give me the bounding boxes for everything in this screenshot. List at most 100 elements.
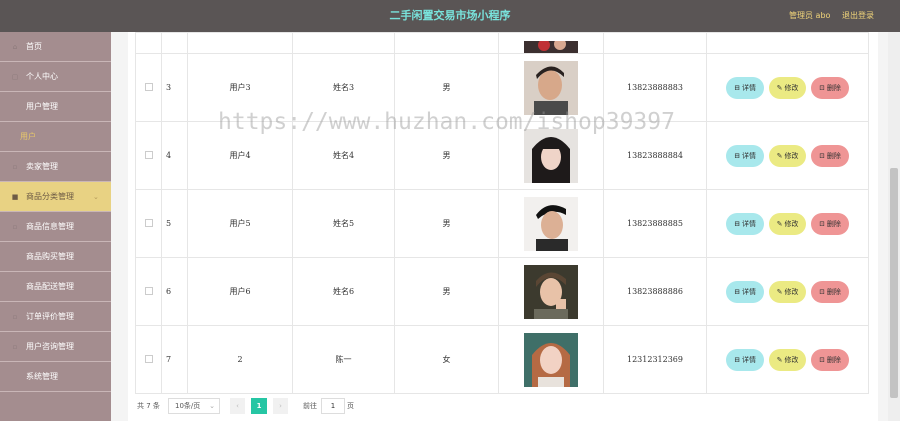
edit-icon: ✎ bbox=[776, 151, 783, 160]
sidebar-item-label: 订单评价管理 bbox=[26, 312, 74, 321]
logout-link[interactable]: 退出登录 bbox=[842, 0, 874, 32]
trash-icon: ⊡ bbox=[818, 83, 825, 92]
consult-icon: ▫ bbox=[12, 343, 18, 351]
delete-button[interactable]: ⊡ 删除 bbox=[810, 348, 849, 371]
sidebar-item-label: 个人中心 bbox=[26, 72, 58, 81]
detail-icon: ⊟ bbox=[734, 83, 741, 92]
goto-page-input[interactable]: 1 bbox=[321, 398, 345, 414]
delete-button[interactable]: ⊡ 删除 bbox=[810, 280, 849, 303]
row-phone: 12312312369 bbox=[603, 325, 707, 394]
sidebar-item-system-management[interactable]: 系统管理 bbox=[0, 362, 111, 392]
sidebar-item-personal-center[interactable]: ▢ 个人中心 bbox=[0, 62, 111, 92]
delete-button[interactable]: ⊡ 删除 bbox=[810, 76, 849, 99]
edit-button[interactable]: ✎ 修改 bbox=[768, 144, 807, 167]
sidebar-item-home[interactable]: ⌂ 首页 bbox=[0, 32, 111, 62]
trash-icon: ⊡ bbox=[818, 287, 825, 296]
detail-button[interactable]: ⊟ 详情 bbox=[726, 280, 765, 303]
row-name: 姓名4 bbox=[292, 121, 395, 190]
detail-button[interactable]: ⊟ 详情 bbox=[726, 348, 765, 371]
edit-icon: ✎ bbox=[776, 83, 783, 92]
goods-icon: ▫ bbox=[12, 223, 18, 231]
sidebar-item-consult-management[interactable]: ▫ 用户咨询管理 bbox=[0, 332, 111, 362]
sidebar-item-delivery-management[interactable]: 商品配送管理 bbox=[0, 272, 111, 302]
home-icon: ⌂ bbox=[12, 43, 18, 51]
sidebar-item-label: 用户管理 bbox=[26, 102, 58, 111]
page-size-select[interactable]: 10条/页 ⌄ bbox=[168, 398, 220, 414]
row-gender: 男 bbox=[394, 189, 499, 258]
row-name: 姓名6 bbox=[292, 257, 395, 326]
user-avatar bbox=[524, 128, 578, 183]
trash-icon: ⊡ bbox=[818, 151, 825, 160]
detail-button[interactable]: ⊟ 详情 bbox=[726, 212, 765, 235]
detail-button[interactable]: ⊟ 详情 bbox=[726, 144, 765, 167]
sidebar-item-label: 商品分类管理 bbox=[26, 192, 74, 201]
next-page-button[interactable]: › bbox=[273, 398, 288, 414]
row-account: 用户3 bbox=[187, 53, 293, 122]
row-gender: 男 bbox=[394, 53, 499, 122]
sidebar: ⌂ 首页 ▢ 个人中心 用户管理 用户 ▫ 卖家管理 ■ 商品分类管理 ⌄ ▫ … bbox=[0, 32, 111, 421]
edit-button[interactable]: ✎ 修改 bbox=[768, 76, 807, 99]
detail-icon: ⊟ bbox=[734, 219, 741, 228]
sidebar-item-label: 首页 bbox=[26, 42, 42, 51]
detail-icon: ⊟ bbox=[734, 355, 741, 364]
sidebar-item-order-review-management[interactable]: ▫ 订单评价管理 bbox=[0, 302, 111, 332]
sidebar-item-seller-management[interactable]: ▫ 卖家管理 bbox=[0, 152, 111, 182]
sidebar-item-label: 商品信息管理 bbox=[26, 222, 74, 231]
edit-button[interactable]: ✎ 修改 bbox=[768, 212, 807, 235]
row-name: 陈一 bbox=[292, 325, 395, 394]
trash-icon: ⊡ bbox=[818, 219, 825, 228]
sidebar-item-label: 卖家管理 bbox=[26, 162, 58, 171]
detail-button[interactable]: ⊟ 详情 bbox=[726, 76, 765, 99]
row-checkbox[interactable] bbox=[144, 354, 153, 363]
table-row: 3 用户3 姓名3 男 13823888883 ⊟ 详情 ✎ 修改 ⊡ 删除 bbox=[135, 53, 869, 122]
row-index: 5 bbox=[161, 189, 188, 258]
row-index: 4 bbox=[161, 121, 188, 190]
category-icon: ■ bbox=[11, 193, 19, 201]
table-row: 7 2 陈一 女 12312312369 ⊟ 详情 ✎ 修改 ⊡ 删除 bbox=[135, 325, 869, 394]
admin-label: 管理员 abo bbox=[789, 11, 831, 20]
sidebar-item-user-management[interactable]: 用户管理 bbox=[0, 92, 111, 122]
delete-button[interactable]: ⊡ 删除 bbox=[810, 212, 849, 235]
app-title: 二手闲置交易市场小程序 bbox=[389, 9, 511, 22]
sidebar-item-label: 商品配送管理 bbox=[26, 282, 74, 291]
edit-button[interactable]: ✎ 修改 bbox=[768, 280, 807, 303]
user-table: 3 用户3 姓名3 男 13823888883 ⊟ 详情 ✎ 修改 ⊡ 删除 4 用户… bbox=[135, 32, 869, 394]
delete-button[interactable]: ⊡ 删除 bbox=[810, 144, 849, 167]
sidebar-item-label: 系统管理 bbox=[26, 372, 58, 381]
edit-icon: ✎ bbox=[776, 287, 783, 296]
row-checkbox[interactable] bbox=[144, 150, 153, 159]
user-avatar bbox=[524, 264, 578, 319]
sidebar-item-purchase-management[interactable]: 商品购买管理 bbox=[0, 242, 111, 272]
row-phone: 13823888886 bbox=[603, 257, 707, 326]
edit-button[interactable]: ✎ 修改 bbox=[768, 348, 807, 371]
row-checkbox[interactable] bbox=[144, 82, 153, 91]
user-avatar bbox=[524, 41, 578, 53]
scrollbar-thumb[interactable] bbox=[890, 168, 898, 398]
edit-icon: ✎ bbox=[776, 355, 783, 364]
row-account: 用户6 bbox=[187, 257, 293, 326]
table-row: 4 用户4 姓名4 男 13823888884 ⊟ 详情 ✎ 修改 ⊡ 删除 bbox=[135, 121, 869, 190]
row-index: 6 bbox=[161, 257, 188, 326]
sidebar-item-category-management[interactable]: ■ 商品分类管理 ⌄ bbox=[0, 182, 111, 212]
row-index: 3 bbox=[161, 53, 188, 122]
row-gender: 女 bbox=[394, 325, 499, 394]
chevron-down-icon: ⌄ bbox=[93, 193, 99, 201]
chevron-down-icon: ⌄ bbox=[209, 402, 215, 410]
page-unit-label: 页 bbox=[347, 402, 354, 410]
page-number-button[interactable]: 1 bbox=[251, 398, 267, 414]
sidebar-item-label: 用户 bbox=[20, 132, 36, 141]
row-index: 7 bbox=[161, 325, 188, 394]
table-row: 6 用户6 姓名6 男 13823888886 ⊟ 详情 ✎ 修改 ⊡ 删除 bbox=[135, 257, 869, 326]
trash-icon: ⊡ bbox=[818, 355, 825, 364]
row-phone: 13823888885 bbox=[603, 189, 707, 258]
user-avatar bbox=[524, 60, 578, 115]
sidebar-item-goods-management[interactable]: ▫ 商品信息管理 bbox=[0, 212, 111, 242]
prev-page-button[interactable]: ‹ bbox=[230, 398, 245, 414]
goto-label: 前往 bbox=[303, 402, 317, 410]
row-name: 姓名3 bbox=[292, 53, 395, 122]
row-checkbox[interactable] bbox=[144, 218, 153, 227]
detail-icon: ⊟ bbox=[734, 151, 741, 160]
row-checkbox[interactable] bbox=[144, 286, 153, 295]
sidebar-item-user[interactable]: 用户 bbox=[0, 122, 111, 152]
row-account: 用户5 bbox=[187, 189, 293, 258]
